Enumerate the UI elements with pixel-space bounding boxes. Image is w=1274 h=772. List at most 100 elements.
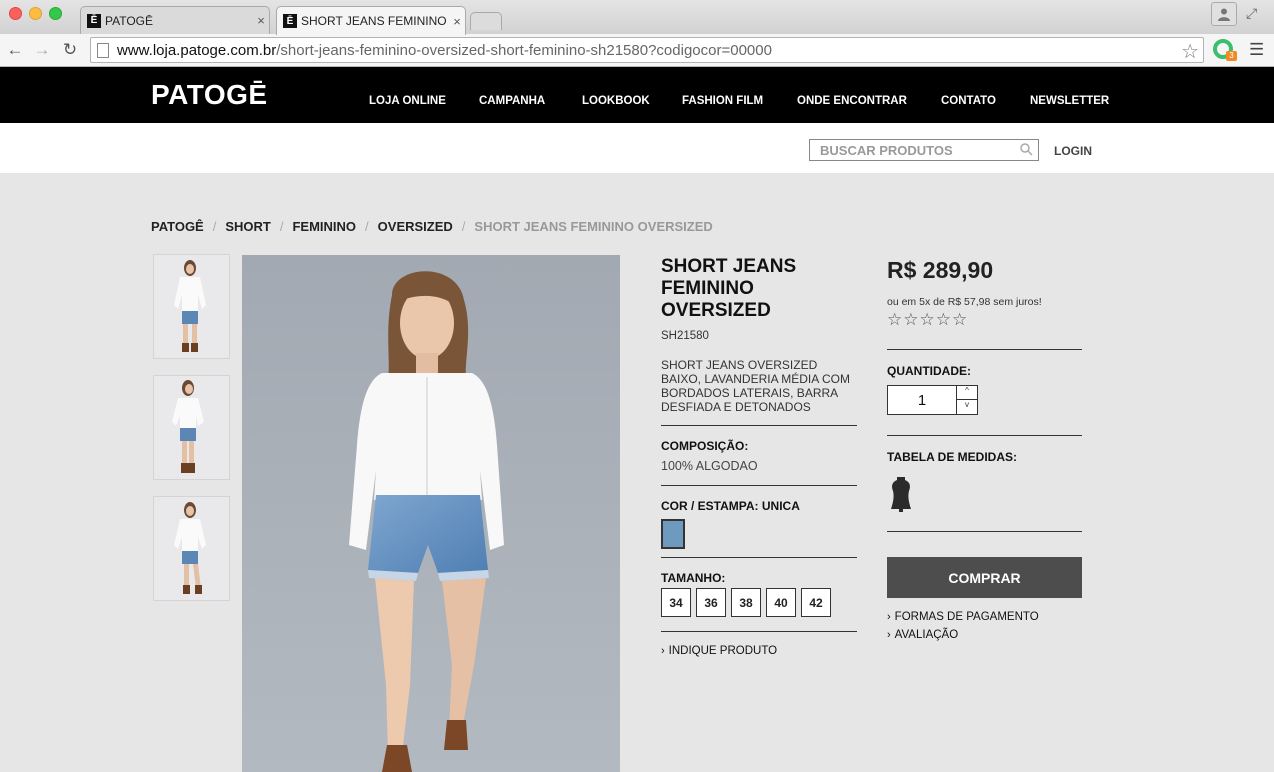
url-domain: www.loja.patoge.com.br	[117, 41, 277, 59]
star-icon[interactable]: ☆	[887, 310, 903, 329]
chevron-down-icon[interactable]: v	[956, 400, 977, 414]
login-link[interactable]: LOGIN	[1054, 144, 1092, 158]
quantity-label: QUANTIDADE:	[887, 364, 971, 378]
size-option-42[interactable]: 42	[801, 588, 831, 617]
star-icon[interactable]: ☆	[952, 310, 968, 329]
divider	[887, 531, 1082, 532]
size-table-label: TABELA DE MEDIDAS:	[887, 450, 1017, 464]
browser-tab-bar: Ē PATOGĒ × Ē SHORT JEANS FEMININO OVERSI…	[0, 0, 1274, 35]
nav-contato[interactable]: CONTATO	[941, 95, 996, 107]
window-zoom-icon[interactable]	[49, 7, 62, 20]
address-bar[interactable]: www.loja.patoge.com.br/short-jeans-femin…	[90, 37, 1204, 63]
patoge-favicon-icon: Ē	[283, 14, 297, 28]
buy-button[interactable]: COMPRAR	[887, 557, 1082, 598]
product-thumbnail-1[interactable]	[153, 254, 230, 359]
tab-title: SHORT JEANS FEMININO OVERSIZED	[301, 14, 449, 28]
browser-tab-patoge[interactable]: Ē PATOGĒ ×	[80, 6, 270, 34]
tab-close-icon[interactable]: ×	[253, 13, 269, 28]
size-label: TAMANHO:	[661, 571, 726, 585]
chevron-right-icon: ›	[887, 611, 891, 623]
nav-fashion-film[interactable]: FASHION FILM	[682, 95, 763, 107]
payment-methods-label: FORMAS DE PAGAMENTO	[894, 611, 1039, 623]
breadcrumb-patoge[interactable]: PATOGÊ	[151, 219, 204, 234]
product-price: R$ 289,90	[887, 257, 994, 283]
product-title: SHORT JEANS FEMININO OVERSIZED	[661, 256, 797, 321]
chevron-right-icon: ›	[661, 645, 665, 657]
divider	[661, 425, 857, 426]
search-box	[809, 139, 1039, 161]
tab-title: PATOGĒ	[105, 13, 154, 28]
nav-campanha[interactable]: CAMPANHA	[479, 95, 545, 107]
quantity-stepper: ^ v	[887, 385, 978, 415]
tab-close-icon[interactable]: ×	[449, 14, 465, 29]
purchase-panel: R$ 289,90 ou em 5x de R$ 57,98 sem juros…	[887, 255, 1082, 641]
star-icon[interactable]: ☆	[920, 310, 936, 329]
star-icon[interactable]: ☆	[936, 310, 952, 329]
nav-onde-encontrar[interactable]: ONDE ENCONTRAR	[797, 95, 907, 107]
search-icon[interactable]	[1020, 143, 1033, 156]
menu-icon[interactable]: ☰	[1249, 40, 1264, 60]
product-thumbnail-3[interactable]	[153, 496, 230, 601]
nav-lookbook[interactable]: LOOKBOOK	[582, 95, 650, 107]
chevron-right-icon: ›	[887, 629, 891, 641]
color-swatch[interactable]	[661, 519, 685, 549]
divider	[661, 557, 857, 558]
model-front-image	[154, 255, 229, 358]
window-minimize-icon[interactable]	[29, 7, 42, 20]
breadcrumb-short[interactable]: SHORT	[225, 219, 271, 234]
size-option-36[interactable]: 36	[696, 588, 726, 617]
size-option-38[interactable]: 38	[731, 588, 761, 617]
model-side-image	[154, 376, 229, 479]
fullscreen-icon[interactable]: ⤢	[1246, 5, 1257, 22]
mannequin-icon[interactable]	[889, 476, 1082, 517]
search-input[interactable]	[810, 140, 1010, 160]
patoge-favicon-icon: Ē	[87, 13, 101, 28]
reviews-link[interactable]: › AVALIAÇÃO	[887, 629, 1082, 641]
breadcrumb-separator: /	[212, 219, 217, 234]
size-options: 34 36 38 40 42	[661, 588, 857, 617]
product-description: SHORT JEANS OVERSIZED BAIXO, LAVANDERIA …	[661, 358, 850, 414]
divider	[887, 435, 1082, 436]
breadcrumb-current: SHORT JEANS FEMININO OVERSIZED	[474, 219, 713, 234]
breadcrumb-oversized[interactable]: OVERSIZED	[378, 219, 453, 234]
reviews-label: AVALIAÇÃO	[894, 629, 959, 641]
breadcrumb-feminino[interactable]: FEMININO	[292, 219, 356, 234]
product-sku: SH21580	[661, 330, 709, 342]
back-icon[interactable]: ←	[3, 38, 27, 62]
composition-value: 100% ALGODAO	[661, 459, 758, 473]
breadcrumb-separator: /	[279, 219, 284, 234]
product-thumbnail-2[interactable]	[153, 375, 230, 480]
model-main-image	[242, 255, 620, 772]
nav-loja-online[interactable]: LOJA ONLINE	[369, 95, 446, 107]
indicate-product-link[interactable]: › INDIQUE PRODUTO	[661, 645, 857, 657]
browser-tab-product[interactable]: Ē SHORT JEANS FEMININO OVERSIZED ×	[276, 6, 466, 35]
indicate-product-label: INDIQUE PRODUTO	[668, 645, 778, 657]
nav-newsletter[interactable]: NEWSLETTER	[1030, 95, 1109, 107]
new-tab-button[interactable]	[470, 12, 502, 30]
size-option-34[interactable]: 34	[661, 588, 691, 617]
profile-icon[interactable]	[1211, 2, 1237, 26]
window-close-icon[interactable]	[9, 7, 22, 20]
product-main-image[interactable]	[242, 255, 620, 772]
utility-bar: LOGIN	[0, 123, 1274, 173]
star-icon[interactable]: ☆	[1181, 39, 1199, 64]
installments-text: ou em 5x de R$ 57,98 sem juros!	[887, 296, 1042, 308]
product-info: SHORT JEANS FEMININO OVERSIZED SH21580 S…	[661, 255, 857, 657]
breadcrumb-separator: /	[461, 219, 466, 234]
divider	[661, 631, 857, 632]
extension-badge: 3	[1226, 51, 1237, 61]
payment-methods-link[interactable]: › FORMAS DE PAGAMENTO	[887, 611, 1082, 623]
breadcrumb: PATOGÊ / SHORT / FEMININO / OVERSIZED / SHORT JE…	[151, 219, 713, 234]
breadcrumb-separator: /	[365, 219, 369, 234]
rating-stars[interactable]: ☆☆☆☆☆	[887, 310, 1082, 330]
forward-icon[interactable]: →	[30, 38, 54, 62]
reload-icon[interactable]: ↻	[58, 38, 82, 62]
browser-toolbar: ← → ↻ www.loja.patoge.com.br/short-jeans…	[0, 34, 1274, 67]
color-label: COR / ESTAMPA: UNICA	[661, 499, 800, 513]
model-pose-image	[154, 497, 229, 600]
quantity-input[interactable]	[888, 386, 956, 414]
size-option-40[interactable]: 40	[766, 588, 796, 617]
star-icon[interactable]: ☆	[903, 310, 919, 329]
chevron-up-icon[interactable]: ^	[956, 386, 977, 400]
site-logo[interactable]: PATOGĒ	[151, 79, 268, 111]
